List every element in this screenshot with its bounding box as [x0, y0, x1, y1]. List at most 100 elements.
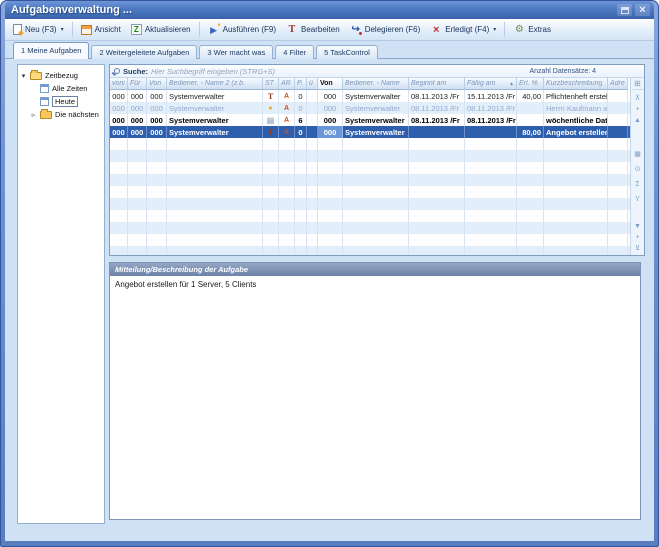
cell-erl: 40,00	[517, 90, 544, 102]
empty-row[interactable]	[110, 234, 630, 246]
cell-fuer: 000	[128, 126, 147, 138]
tree-node-zeitbezug[interactable]: ▾ Zeitbezug	[20, 69, 102, 82]
empty-cell	[128, 162, 147, 174]
empty-row[interactable]	[110, 210, 630, 222]
column-header-st[interactable]: ST	[263, 78, 279, 90]
toolbar-button-ausführen-f9[interactable]: ▶Ausführen (F9)	[203, 21, 281, 39]
empty-cell	[318, 162, 343, 174]
tree-node-heute[interactable]: Heute	[20, 95, 102, 108]
table-row[interactable]: 000000000SystemverwalterTA0000Systemverw…	[110, 126, 630, 138]
close-button[interactable]: ×	[635, 4, 650, 16]
empty-cell	[128, 150, 147, 162]
toolbar-button-erledigt-f4[interactable]: ×Erledigt (F4)▾	[425, 21, 501, 39]
toolbar-button-bearbeiten[interactable]: TBearbeiten	[281, 21, 345, 39]
search-input[interactable]	[151, 67, 526, 76]
window-title: Aufgabenverwaltung ...	[11, 2, 617, 18]
column-header-beginnt[interactable]: Beginnt am	[409, 78, 465, 90]
table-row[interactable]: 000000000SystemverwalterTA0000Systemverw…	[110, 90, 630, 102]
tab-4-filter[interactable]: 4 Filter	[275, 45, 314, 59]
column-header-ue[interactable]: ü	[307, 78, 318, 90]
page-down-icon[interactable]: +	[632, 232, 644, 242]
search-icon[interactable]: ⊙	[632, 164, 644, 174]
column-header-fuer[interactable]: Für	[128, 78, 147, 90]
tab-5-taskcontrol[interactable]: 5 TaskControl	[316, 45, 378, 59]
cell-ar: A	[279, 114, 295, 126]
message-panel-body[interactable]: Angebot erstellen für 1 Server, 5 Client…	[110, 276, 640, 519]
column-header-von1[interactable]: von/	[110, 78, 128, 90]
column-header-label: von/	[112, 80, 125, 87]
empty-cell	[517, 210, 544, 222]
column-header-p[interactable]: P.	[295, 78, 307, 90]
tree-node-label: Die nächsten	[55, 110, 99, 119]
column-header-label: P.	[297, 80, 303, 87]
empty-cell	[263, 162, 279, 174]
column-chooser-icon[interactable]: ⊞	[632, 78, 644, 90]
titlebar[interactable]: Aufgabenverwaltung ... ×	[5, 1, 654, 19]
toolbar-button-extras[interactable]: ⚙Extras	[508, 21, 556, 39]
empty-cell	[263, 186, 279, 198]
expander-open-icon[interactable]: ▾	[20, 72, 27, 80]
empty-row[interactable]	[110, 246, 630, 255]
page-up-icon[interactable]: +	[632, 104, 644, 114]
row-up-icon[interactable]: ▲	[632, 115, 644, 125]
toolbar-separator	[199, 22, 200, 37]
column-header-name2[interactable]: Bediener. - Name 2 (z.b.	[167, 78, 263, 90]
dropdown-icon[interactable]: ▾	[61, 26, 64, 33]
app-window: Aufgabenverwaltung ... × Neu (F3)▾ Ansich…	[0, 0, 659, 547]
column-header-von2[interactable]: Von	[147, 78, 167, 90]
tree-node-die-naechsten[interactable]: ▹ Die nächsten	[20, 108, 102, 121]
empty-cell	[279, 150, 295, 162]
column-header-ar[interactable]: AR	[279, 78, 295, 90]
empty-cell	[128, 210, 147, 222]
empty-cell	[147, 210, 167, 222]
column-header-label: Erl. %	[519, 80, 538, 87]
empty-row[interactable]	[110, 198, 630, 210]
toolbar-button-label: Delegieren (F6)	[365, 25, 421, 34]
scroll-top-icon[interactable]: ⊼	[632, 93, 644, 103]
toolbar-button-neu-f3[interactable]: Neu (F3)▾	[8, 21, 69, 38]
filter-icon[interactable]: Y	[632, 194, 644, 204]
empty-cell	[307, 198, 318, 210]
scroll-bottom-icon[interactable]: ⊻	[632, 243, 644, 253]
table-row[interactable]: 000000000Systemverwalter▤A6000Systemverw…	[110, 114, 630, 126]
tab-page-meine-aufgaben: ▾ Zeitbezug Alle Zeiten Heute ▹ Die näch…	[5, 59, 654, 541]
tab-1-meine-aufgaben[interactable]: 1 Meine Aufgaben	[13, 42, 89, 59]
sum-icon[interactable]: Σ	[632, 179, 644, 189]
empty-row[interactable]	[110, 138, 630, 150]
toolbar-button-aktualisieren[interactable]: ZAktualisieren	[126, 21, 196, 38]
cell-von3: 000	[318, 126, 343, 138]
tab-3-wer-macht-was[interactable]: 3 Wer macht was	[199, 45, 273, 59]
empty-row[interactable]	[110, 150, 630, 162]
columns-icon[interactable]: ▦	[632, 149, 644, 159]
expander-closed-icon[interactable]: ▹	[30, 111, 37, 119]
table-row[interactable]: 000000000Systemverwalter●A0000Systemverw…	[110, 102, 630, 114]
column-header-name[interactable]: Bediener. - Name	[343, 78, 409, 90]
column-header-faellig[interactable]: Fällig am▲	[465, 78, 517, 90]
empty-cell	[167, 162, 263, 174]
toolbar-button-delegieren-f6[interactable]: ↪Delegieren (F6)	[345, 21, 426, 39]
empty-row[interactable]	[110, 222, 630, 234]
empty-cell	[110, 174, 128, 186]
empty-cell	[318, 174, 343, 186]
empty-cell	[465, 138, 517, 150]
cell-von1: 000	[110, 126, 128, 138]
empty-cell	[608, 138, 628, 150]
empty-row[interactable]	[110, 162, 630, 174]
column-header-erl[interactable]: Erl. %	[517, 78, 544, 90]
row-down-icon[interactable]: ▼	[632, 221, 644, 231]
cell-name: Systemverwalter	[343, 102, 409, 114]
cell-von2: 000	[147, 90, 167, 102]
restore-button[interactable]	[617, 4, 632, 16]
tab-strip: 1 Meine Aufgaben2 Weitergeleitete Aufgab…	[5, 41, 654, 59]
empty-row[interactable]	[110, 186, 630, 198]
toolbar-button-ansicht[interactable]: Ansicht	[76, 22, 126, 38]
tab-2-weitergeleitete-aufgaben[interactable]: 2 Weitergeleitete Aufgaben	[91, 45, 197, 59]
column-header-adres[interactable]: Adres	[608, 78, 628, 90]
toolbar-separator	[504, 22, 505, 37]
dropdown-icon[interactable]: ▾	[493, 26, 496, 33]
column-header-kurz[interactable]: Kurzbeschreibung	[544, 78, 608, 90]
cell-st: T	[263, 126, 279, 138]
column-header-von3[interactable]: Von	[318, 78, 343, 90]
empty-row[interactable]	[110, 174, 630, 186]
tree-node-alle-zeiten[interactable]: Alle Zeiten	[20, 82, 102, 95]
